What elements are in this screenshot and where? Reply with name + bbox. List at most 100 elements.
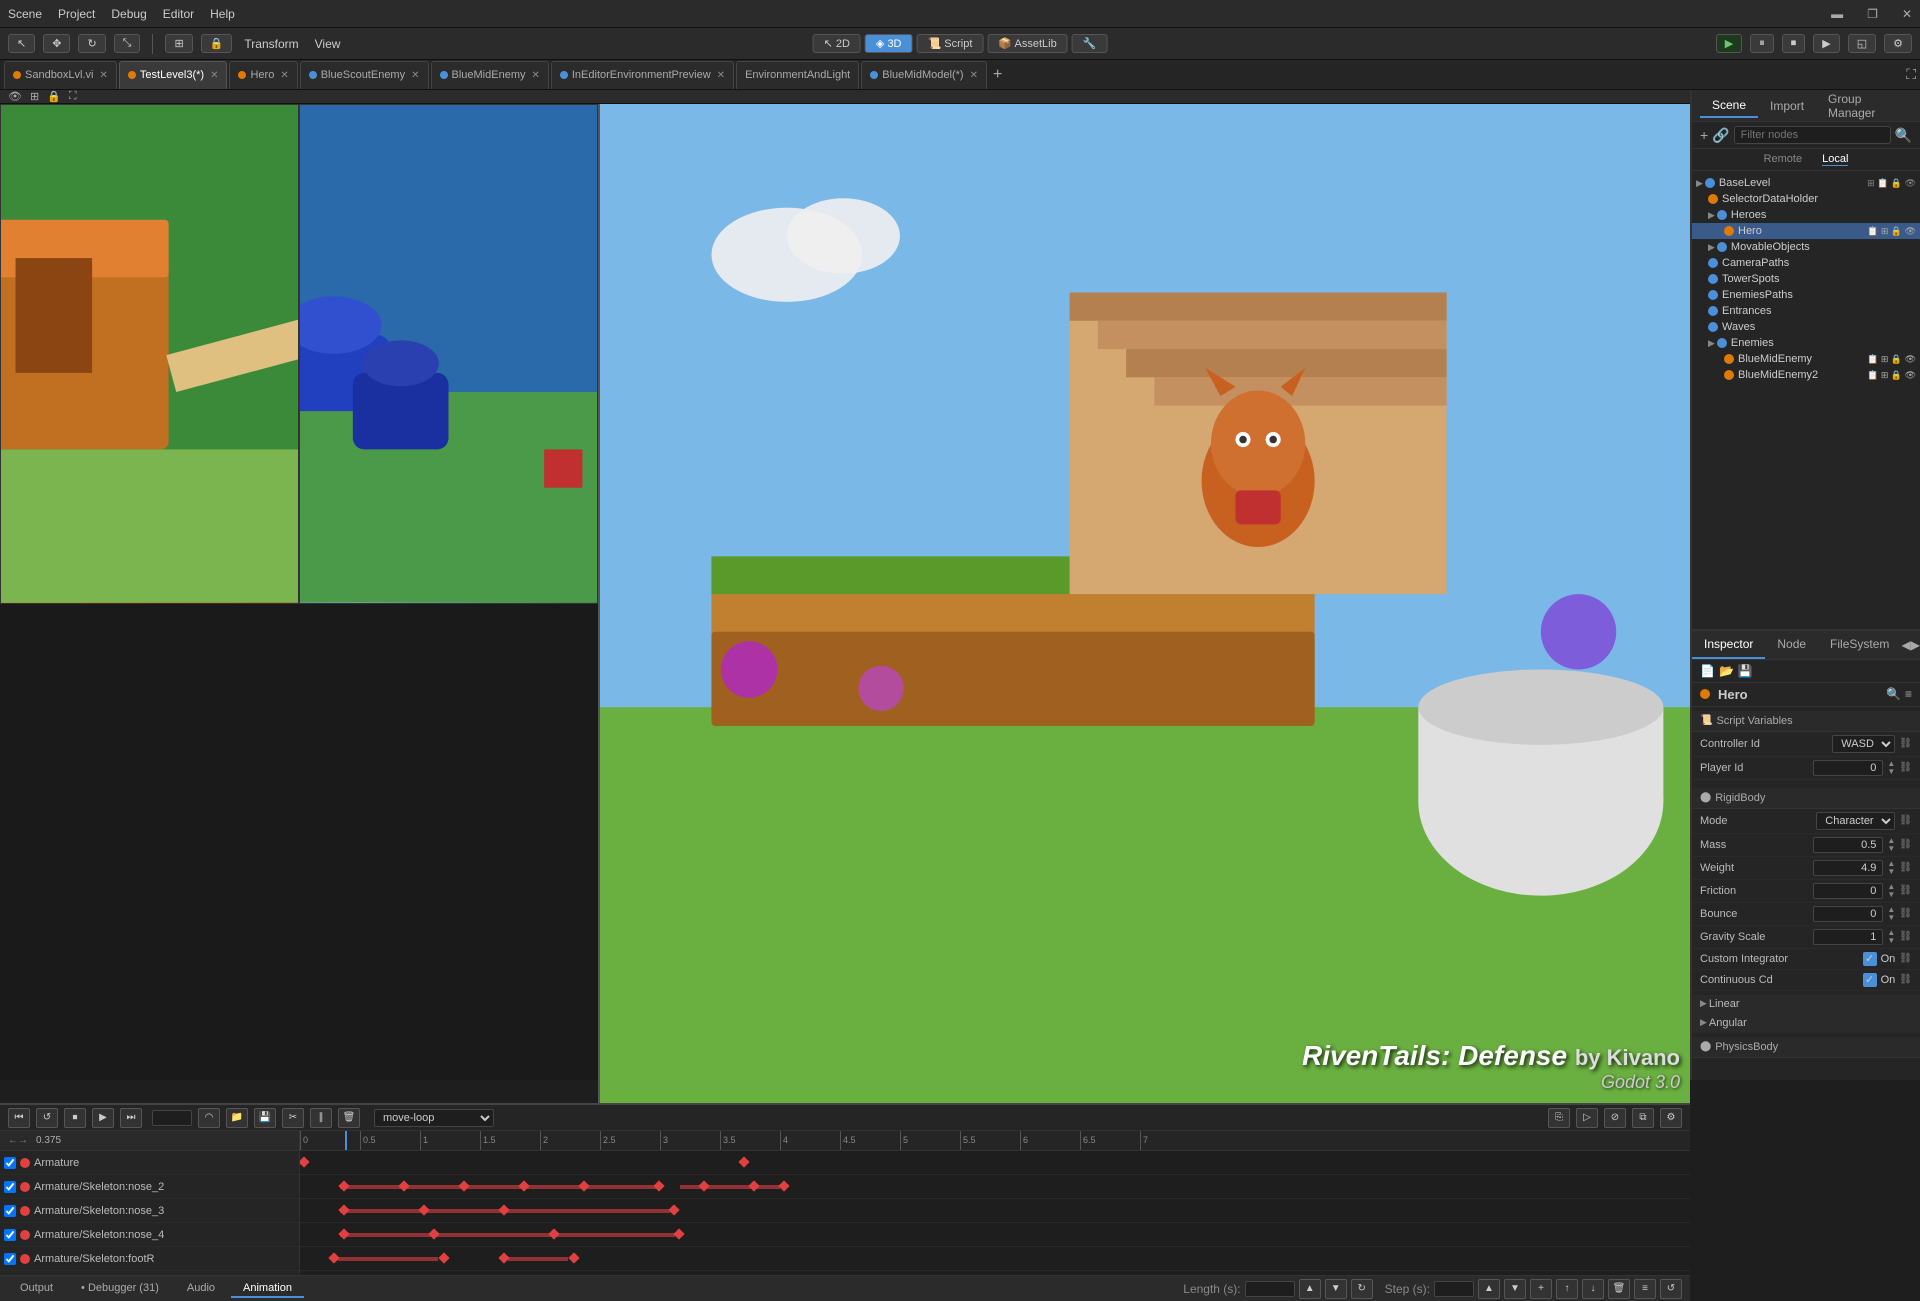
menu-editor[interactable]: Editor [163, 7, 194, 21]
friction-down-btn[interactable]: ▼ [1887, 891, 1895, 899]
controller-id-select[interactable]: WASD [1832, 735, 1895, 753]
section-header-rigidbody[interactable]: ⬤ RigidBody [1692, 788, 1920, 809]
play-btn[interactable]: ▶ [1716, 34, 1742, 53]
custom-integrator-checkbox[interactable]: ✓ On [1863, 952, 1896, 966]
toolbar-rotate-btn[interactable]: ↻ [78, 34, 105, 53]
panel-tab-scene[interactable]: Scene [1700, 94, 1758, 118]
track-row-footr[interactable]: Armature/Skeleton:footR [0, 1247, 299, 1271]
keyframe[interactable] [778, 1181, 789, 1192]
mode-2d[interactable]: ↖ 2D [813, 34, 861, 53]
toolbar-scene-btn[interactable]: ↖ [8, 34, 35, 53]
step-up-btn[interactable]: ▲ [1478, 1279, 1500, 1299]
step-down-btn[interactable]: ▼ [1504, 1279, 1526, 1299]
tl-move-up-btn[interactable]: ↑ [1556, 1279, 1578, 1299]
section-header-script[interactable]: 📜 Script Variables [1692, 711, 1920, 732]
link-btn[interactable]: 🔗 [1712, 127, 1729, 144]
length-down-btn[interactable]: ▼ [1325, 1279, 1347, 1299]
prop-link-btn[interactable]: ⛓ [1899, 762, 1912, 773]
menu-project[interactable]: Project [58, 7, 95, 21]
prop-link-btn[interactable]: ⛓ [1899, 908, 1912, 919]
tl-delete-btn[interactable]: 🗑 [338, 1108, 360, 1128]
tree-item-enemiespaths[interactable]: EnemiesPaths [1692, 287, 1920, 303]
track-row-armature[interactable]: Armature [0, 1151, 299, 1175]
keyframe[interactable] [738, 1157, 749, 1168]
tl-cut-btn[interactable]: ✂ [282, 1108, 304, 1128]
prop-link-btn[interactable]: ⛓ [1899, 931, 1912, 942]
add-node-btn[interactable]: + [1700, 127, 1708, 143]
tab-bluemidmodel[interactable]: BlueMidModel(*) ✕ [861, 61, 987, 89]
inspector-node-settings-btn[interactable]: ≡ [1905, 687, 1912, 701]
tl-copy-btn[interactable]: ⎘ [1548, 1108, 1570, 1128]
gravity-scale-input[interactable] [1813, 929, 1883, 945]
tl-move-down-btn[interactable]: ↓ [1582, 1279, 1604, 1299]
prop-link-btn[interactable]: ⛓ [1899, 885, 1912, 896]
tree-item-heroes[interactable]: ▶ Heroes [1692, 207, 1920, 223]
tl-save-btn[interactable]: 💾 [254, 1108, 276, 1128]
weight-input[interactable] [1813, 860, 1883, 876]
weight-down-btn[interactable]: ▼ [1887, 868, 1895, 876]
tl-anim-btn[interactable]: ▷ [1576, 1108, 1598, 1128]
keyframe[interactable] [673, 1229, 684, 1240]
local-tab[interactable]: Local [1822, 153, 1848, 166]
gravity-down-btn[interactable]: ▼ [1887, 937, 1895, 945]
section-angular[interactable]: ▶ Angular [1692, 1014, 1920, 1033]
tab-ineditorenv[interactable]: InEditorEnvironmentPreview ✕ [551, 61, 734, 89]
tab-close[interactable]: ✕ [531, 70, 539, 81]
keyframe[interactable] [398, 1181, 409, 1192]
toolbar-local-btn[interactable]: ⊞ [165, 34, 192, 53]
keyframe[interactable] [568, 1253, 579, 1264]
keyframe[interactable] [338, 1229, 349, 1240]
tree-item-waves[interactable]: Waves [1692, 319, 1920, 335]
tab-bluemidenemy[interactable]: BlueMidEnemy ✕ [431, 61, 549, 89]
expand-btn[interactable]: ⛶ [69, 90, 77, 103]
tl-prev-btn[interactable]: ⏮ [8, 1108, 30, 1128]
toolbar-snap-btn[interactable]: 🔒 [201, 34, 233, 53]
tl-play-btn[interactable]: ▶ [92, 1108, 114, 1128]
search-icon-btn[interactable]: 🔍 [1895, 127, 1912, 144]
viewport-topleft[interactable] [0, 104, 299, 604]
toolbar-move-btn[interactable]: ✥ [43, 34, 70, 53]
friction-input[interactable] [1813, 883, 1883, 899]
window-close[interactable]: ✕ [1902, 7, 1912, 21]
continuous-cd-checkbox[interactable]: ✓ On [1863, 973, 1896, 987]
tab-close[interactable]: ✕ [717, 70, 725, 81]
inspector-search-btn[interactable]: 🔍 [1886, 687, 1901, 701]
mass-down-btn[interactable]: ▼ [1887, 845, 1895, 853]
keyframe[interactable] [438, 1253, 449, 1264]
inspector-tab-filesystem[interactable]: FileSystem [1818, 631, 1901, 659]
inspector-open-btn[interactable]: 📂 [1719, 664, 1734, 678]
tab-close[interactable]: ✕ [970, 70, 978, 81]
keyframes-armature[interactable] [300, 1151, 1690, 1175]
mass-input[interactable] [1813, 837, 1883, 853]
mode-script[interactable]: 📜 Script [917, 34, 984, 53]
tl-stop-btn[interactable]: ⏹ [64, 1108, 86, 1128]
keyframe[interactable] [578, 1181, 589, 1192]
tree-item-towerspots[interactable]: TowerSpots [1692, 271, 1920, 287]
tl-time-input[interactable]: 0.7 [152, 1110, 192, 1126]
pause-btn[interactable]: ⏸ [1750, 34, 1774, 53]
bounce-down-btn[interactable]: ▼ [1887, 914, 1895, 922]
grid-btn[interactable]: ⊞ [30, 90, 39, 103]
inspector-save-btn[interactable]: 💾 [1738, 664, 1753, 678]
menu-debug[interactable]: Debug [111, 7, 146, 21]
track-check-nose2[interactable] [4, 1181, 16, 1193]
tab-output[interactable]: Output [8, 1280, 65, 1298]
lock-btn[interactable]: 🔒 [47, 90, 61, 103]
prop-link-btn[interactable]: ⛓ [1899, 738, 1912, 749]
prop-link-btn[interactable]: ⛓ [1899, 974, 1912, 985]
tl-loop-end-btn[interactable]: ↺ [1660, 1279, 1682, 1299]
prop-link-btn[interactable]: ⛓ [1899, 839, 1912, 850]
track-check-footr[interactable] [4, 1253, 16, 1265]
tab-close[interactable]: ✕ [100, 70, 108, 81]
bounce-input[interactable] [1813, 906, 1883, 922]
step-input[interactable]: 0.1 [1434, 1281, 1474, 1297]
tree-item-movableobjects[interactable]: ▶ MovableObjects [1692, 239, 1920, 255]
prop-link-btn[interactable]: ⛓ [1899, 862, 1912, 873]
length-up-btn[interactable]: ▲ [1299, 1279, 1321, 1299]
menu-help[interactable]: Help [210, 7, 235, 21]
keyframe[interactable] [668, 1205, 679, 1216]
tab-envlight[interactable]: EnvironmentAndLight [736, 61, 859, 89]
keyframe[interactable] [338, 1181, 349, 1192]
tl-filter-btn[interactable]: ⊘ [1604, 1108, 1626, 1128]
inspector-prev-btn[interactable]: ◀ [1902, 631, 1911, 659]
